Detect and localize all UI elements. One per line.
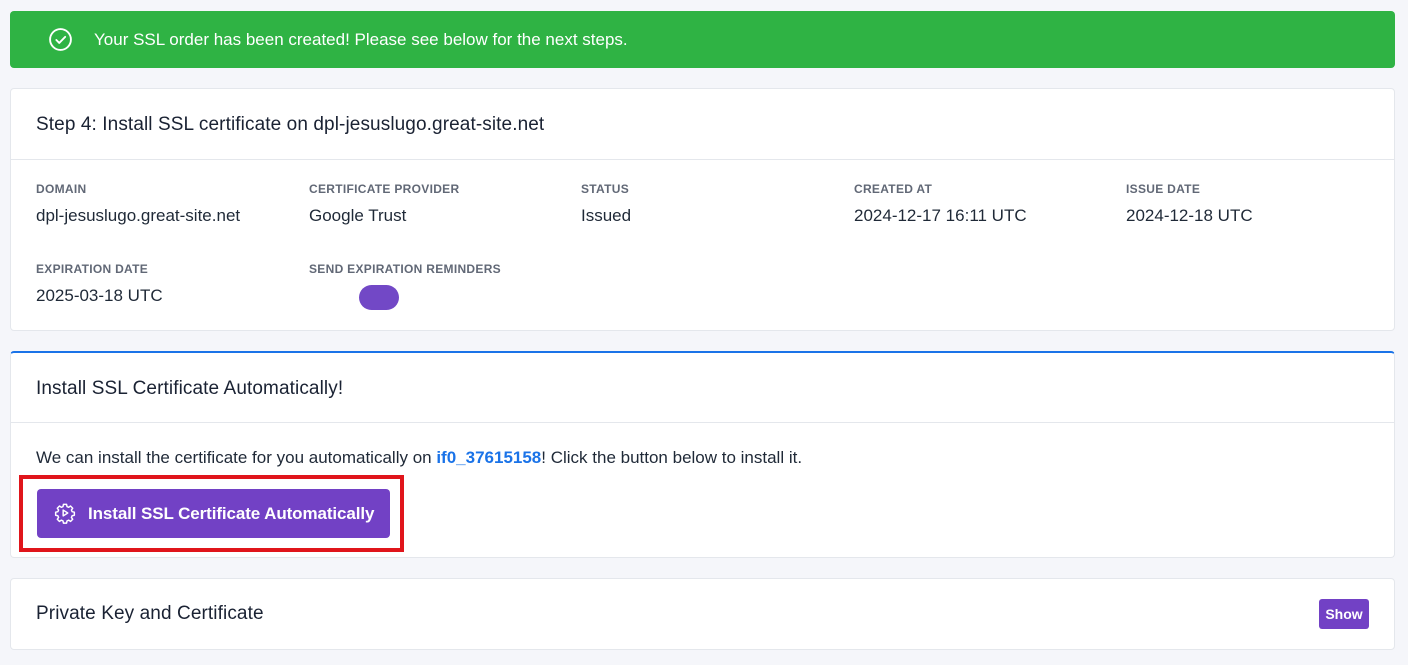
- server-link[interactable]: if0_37615158: [436, 448, 541, 467]
- expiration-value: 2025-03-18 UTC: [36, 286, 163, 305]
- auto-install-description: We can install the certificate for you a…: [36, 448, 802, 468]
- card-header: Install SSL Certificate Automatically!: [11, 353, 1394, 423]
- desc-before: We can install the certificate for you a…: [36, 448, 437, 467]
- expiration-label: EXPIRATION DATE: [36, 262, 149, 276]
- step-title: Step 4: Install SSL certificate on dpl-j…: [36, 114, 545, 135]
- created-value: 2024-12-17 16:11 UTC: [854, 206, 1027, 225]
- reminders-toggle[interactable]: [359, 285, 399, 310]
- success-alert: Your SSL order has been created! Please …: [10, 11, 1395, 68]
- auto-install-title: Install SSL Certificate Automatically!: [36, 378, 344, 399]
- card-header: Step 4: Install SSL certificate on dpl-j…: [11, 89, 1394, 160]
- gear-play-icon: [54, 503, 76, 524]
- issue-label: ISSUE DATE: [1126, 182, 1201, 196]
- auto-install-card: Install SSL Certificate Automatically! W…: [10, 351, 1395, 558]
- issue-field: ISSUE DATE 2024-12-18 UTC: [1126, 182, 1253, 226]
- domain-label: DOMAIN: [36, 182, 87, 196]
- install-step-card: Step 4: Install SSL certificate on dpl-j…: [10, 88, 1395, 331]
- provider-field: CERTIFICATE PROVIDER Google Trust: [309, 182, 459, 226]
- status-label: STATUS: [581, 182, 630, 196]
- issue-value: 2024-12-18 UTC: [1126, 206, 1253, 225]
- created-field: CREATED AT 2024-12-17 16:11 UTC: [854, 182, 1027, 226]
- created-label: CREATED AT: [854, 182, 933, 196]
- desc-after: ! Click the button below to install it.: [541, 448, 803, 467]
- domain-value: dpl-jesuslugo.great-site.net: [36, 206, 241, 225]
- install-ssl-button[interactable]: Install SSL Certificate Automatically: [37, 489, 390, 538]
- reminders-field: SEND EXPIRATION REMINDERS: [309, 262, 501, 310]
- reminders-label: SEND EXPIRATION REMINDERS: [309, 262, 501, 276]
- provider-label: CERTIFICATE PROVIDER: [309, 182, 460, 196]
- install-button-label: Install SSL Certificate Automatically: [88, 504, 375, 523]
- status-value: Issued: [581, 206, 632, 225]
- expiration-field: EXPIRATION DATE 2025-03-18 UTC: [36, 262, 163, 306]
- check-circle-icon: [49, 28, 72, 51]
- private-key-title: Private Key and Certificate: [36, 603, 264, 624]
- domain-field: DOMAIN dpl-jesuslugo.great-site.net: [36, 182, 240, 226]
- show-button[interactable]: Show: [1319, 599, 1369, 629]
- provider-value: Google Trust: [309, 206, 407, 225]
- alert-message: Your SSL order has been created! Please …: [94, 30, 628, 49]
- private-key-card: Private Key and Certificate Show: [10, 578, 1395, 650]
- status-field: STATUS Issued: [581, 182, 631, 226]
